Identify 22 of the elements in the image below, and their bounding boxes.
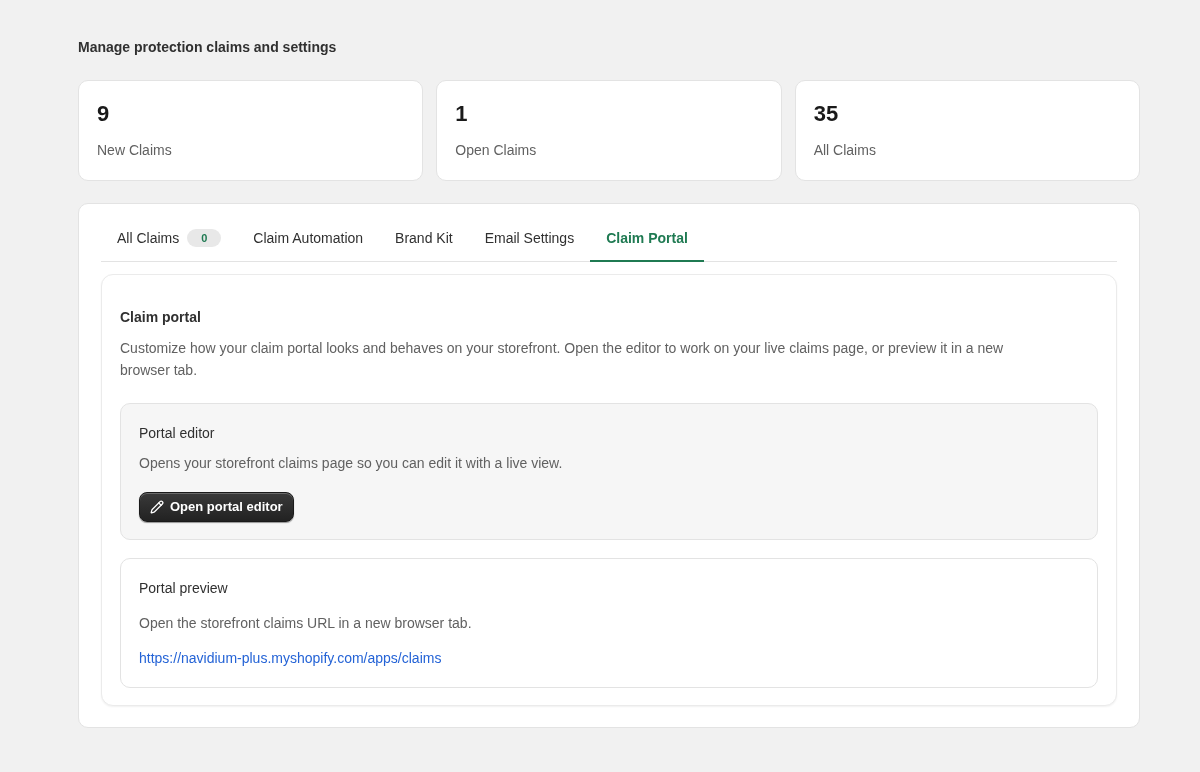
tab[interactable]: Email Settings [468,216,591,262]
stat-label: Open Claims [455,141,538,160]
tab[interactable]: All Claims 0 [101,216,238,262]
page-title: Manage protection claims and settings [78,38,338,57]
section-title: Portal editor [139,424,216,443]
section-title: Portal preview [139,579,229,598]
stat-label: All Claims [813,141,877,160]
stat-label: New Claims [97,141,173,160]
tab[interactable]: Claim Portal [590,216,704,262]
section-description: Opens your storefront claims page so you can edit it with a live view. [139,454,564,473]
section-description: Open the storefront claims URL in a new browser tab. [139,614,473,633]
section-heading: Claim portal [120,308,202,327]
stat-value: 1 [455,101,469,127]
stat-value: 35 [813,101,840,127]
section-description: Customize how your claim portal looks and behaves on your storefront. Open the editor to work on your live claims page, or preview it in a new browser tab. [120,339,1005,380]
count-badge: 0 [187,229,222,247]
tab[interactable]: Brand Kit [379,216,469,262]
tab[interactable]: Claim Automation [237,216,380,262]
stat-value: 9 [97,101,111,127]
pencil-icon [150,500,164,514]
open-editor-button[interactable]: Open portal editor [139,492,294,522]
claims-url-link[interactable]: https://navidium-plus.myshopify.com/apps/claims [139,647,442,669]
